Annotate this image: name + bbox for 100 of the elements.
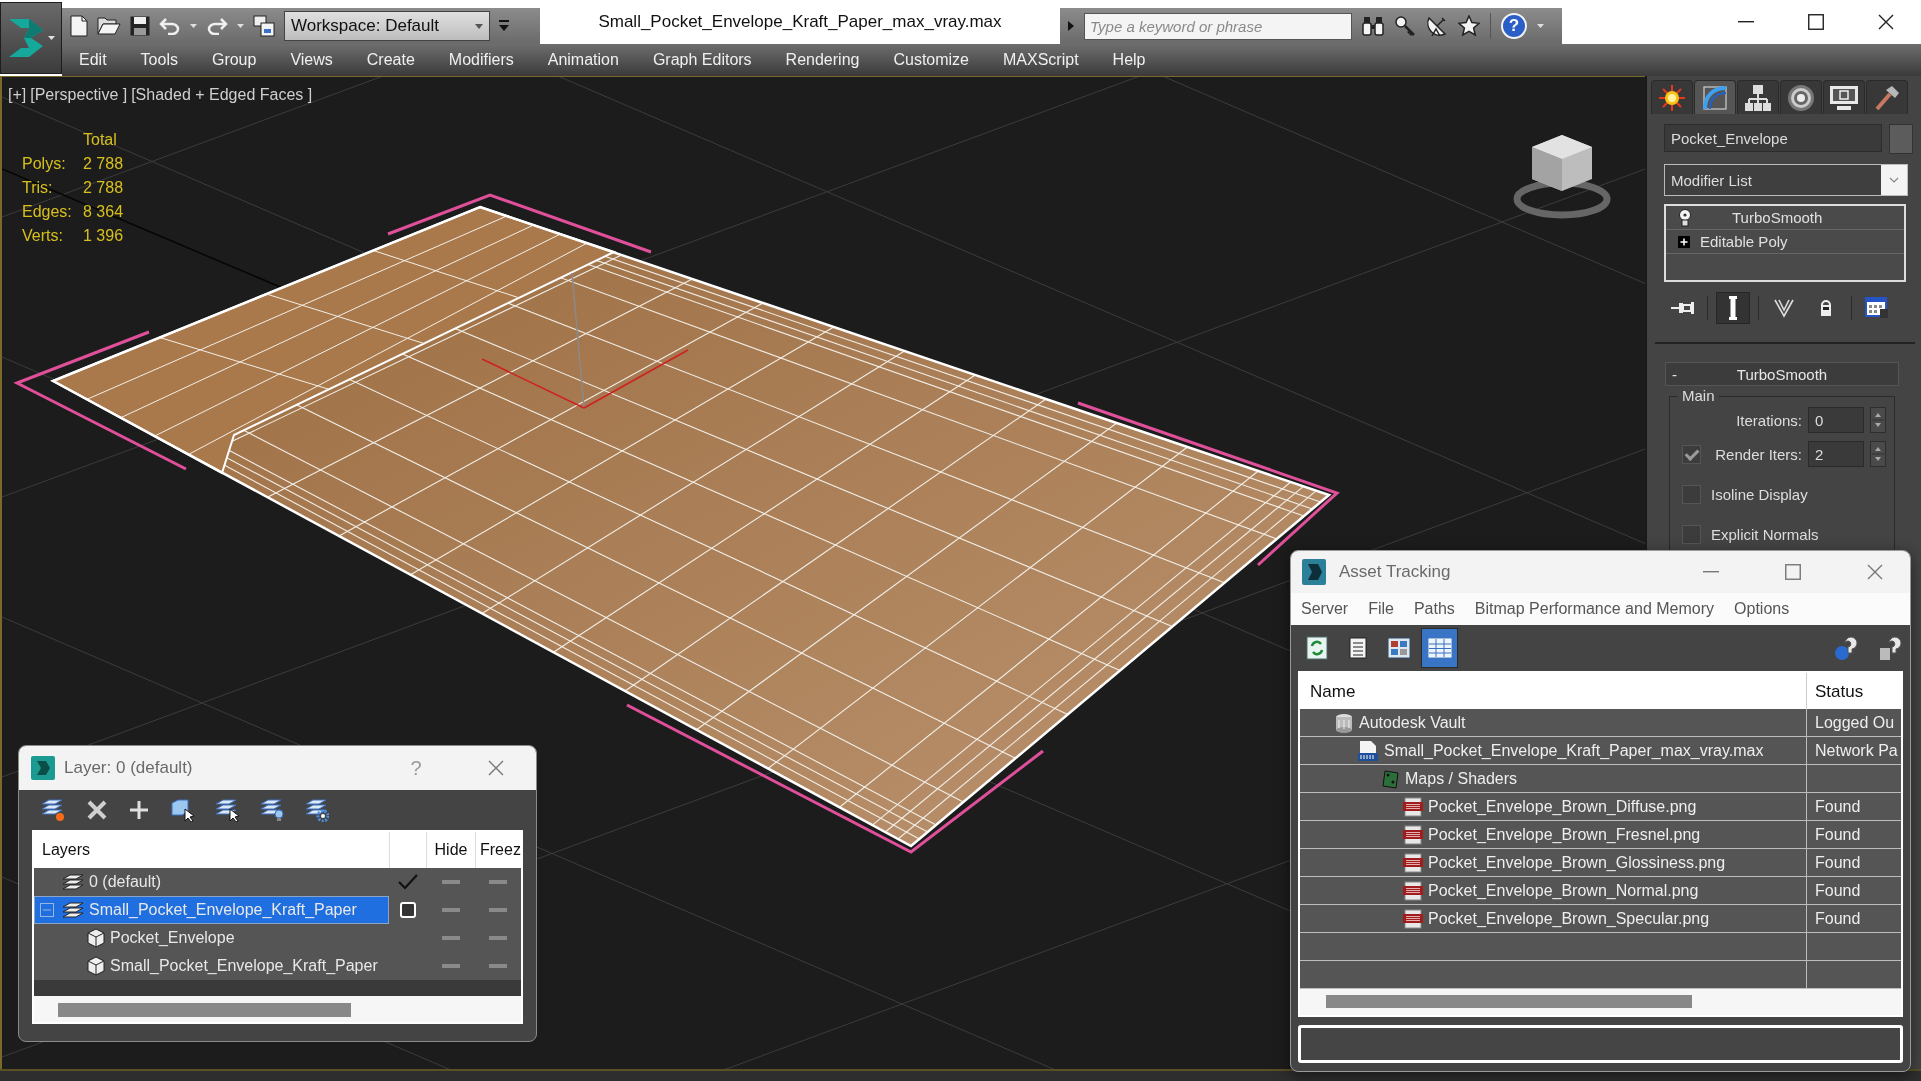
tree-item[interactable]: Maps / Shaders [1300, 765, 1806, 792]
maximize-icon[interactable] [1808, 14, 1824, 30]
menu-item[interactable]: Bitmap Performance and Memory [1464, 600, 1725, 618]
tree-item[interactable]: Pocket_Envelope_Brown_Normal.png [1300, 877, 1806, 904]
menu-item[interactable]: Group [194, 51, 274, 69]
workspace-dropdown[interactable]: Workspace: Default [284, 11, 490, 41]
freeze-toggle-icon[interactable] [489, 908, 507, 912]
stack-tool-button[interactable] [1716, 292, 1750, 324]
satellite-dish-icon[interactable] [1426, 15, 1448, 37]
modifier-stack-item[interactable]: TurboSmooth [1666, 206, 1904, 230]
freeze-toggle-icon[interactable] [489, 880, 507, 884]
redo-icon[interactable] [206, 17, 228, 35]
checkbox[interactable] [1682, 444, 1701, 464]
expand-icon[interactable] [1678, 235, 1690, 248]
hide-toggle-icon[interactable] [441, 964, 460, 968]
caret-icon[interactable] [1537, 24, 1544, 28]
menu-item[interactable]: Graph Editors [635, 51, 769, 69]
undo-icon[interactable] [159, 17, 181, 35]
dropdown-menu-icon[interactable] [499, 20, 509, 32]
tree-item[interactable]: Small_Pocket_Envelope_Kraft_Paper [34, 952, 389, 980]
object-name-field[interactable]: Pocket_Envelope [1664, 124, 1882, 152]
menu-item[interactable]: Options [1724, 600, 1800, 618]
path-field[interactable] [1298, 1025, 1903, 1063]
panel-tab[interactable] [1651, 80, 1693, 114]
new-file-icon[interactable] [70, 15, 88, 37]
overlapping-windows-icon[interactable] [253, 15, 275, 37]
plus-icon[interactable] [129, 800, 149, 820]
star-icon[interactable] [1458, 15, 1480, 37]
lightbulb-icon[interactable] [1678, 208, 1692, 227]
menu-item[interactable]: Edit [62, 51, 124, 69]
tree-item[interactable]: Small_Pocket_Envelope_Kraft_Paper [34, 896, 389, 924]
hide-toggle-icon[interactable] [441, 936, 460, 940]
tree-item[interactable]: Pocket_Envelope_Brown_Diffuse.png [1300, 793, 1806, 820]
minimize-icon[interactable] [1738, 21, 1754, 23]
square-icon[interactable] [399, 902, 416, 918]
key-icon[interactable] [1394, 15, 1416, 37]
column-header[interactable]: Name [1300, 673, 1806, 709]
x-mark-icon[interactable] [86, 799, 108, 821]
menu-item[interactable]: Server [1291, 600, 1359, 618]
checkbox[interactable] [1682, 524, 1701, 544]
horizontal-scrollbar[interactable] [1300, 989, 1901, 1015]
spinner-field[interactable]: 0 [1808, 407, 1864, 433]
panel-tab[interactable] [1694, 80, 1736, 114]
freeze-toggle-icon[interactable] [489, 964, 507, 968]
menu-item[interactable]: Customize [876, 51, 986, 69]
rollout-header[interactable]: - TurboSmooth [1665, 362, 1899, 386]
checkmark-icon[interactable] [396, 873, 419, 891]
collapse-toggle[interactable]: - [1672, 365, 1690, 383]
menu-item[interactable]: Create [349, 51, 432, 69]
menu-item[interactable]: Paths [1403, 600, 1465, 618]
menu-item[interactable]: MAXScript [986, 51, 1096, 69]
tree-item[interactable]: Pocket_Envelope_Brown_Specular.png [1300, 905, 1806, 932]
toolbar-button[interactable] [1421, 628, 1458, 668]
menu-item[interactable]: Help [1095, 51, 1163, 69]
menu-item[interactable]: Views [273, 51, 350, 69]
layer-cursor-icon[interactable] [215, 798, 239, 822]
scrollbar-thumb[interactable] [1326, 995, 1692, 1008]
menu-item[interactable]: Tools [123, 51, 195, 69]
caret-icon[interactable] [237, 24, 244, 28]
caret-icon[interactable] [190, 24, 197, 28]
spinner-field[interactable]: 2 [1808, 441, 1864, 467]
help-button[interactable]: ? [1501, 13, 1527, 39]
spinner-arrows-icon[interactable] [1870, 407, 1886, 433]
search-field[interactable]: Type a keyword or phrase [1084, 12, 1352, 40]
menu-item[interactable]: Rendering [768, 51, 877, 69]
tree-item[interactable]: Pocket_Envelope_Brown_Glossiness.png [1300, 849, 1806, 876]
cube-cursor-icon[interactable] [170, 798, 194, 822]
help-icon[interactable] [1834, 635, 1858, 661]
spinner-arrows-icon[interactable] [1870, 441, 1886, 467]
caret-icon[interactable] [1068, 21, 1074, 31]
color-swatch[interactable] [1889, 124, 1913, 154]
close-icon[interactable] [1878, 14, 1894, 30]
panel-tab[interactable] [1866, 80, 1908, 114]
tree-item[interactable]: Small_Pocket_Envelope_Kraft_Paper_max_vray.max [1300, 737, 1806, 764]
panel-tab[interactable] [1737, 80, 1779, 114]
modifier-list-dropdown[interactable]: Modifier List [1664, 164, 1908, 196]
hide-toggle-icon[interactable] [441, 880, 460, 884]
tree-item[interactable]: Autodesk Vault [1300, 709, 1806, 736]
layer-stack-dot-icon[interactable] [41, 798, 65, 822]
menu-item[interactable]: Animation [530, 51, 636, 69]
checkbox[interactable] [1682, 484, 1701, 504]
binoculars-icon[interactable] [1362, 16, 1384, 36]
horizontal-scrollbar[interactable] [34, 996, 521, 1022]
save-icon[interactable] [130, 16, 150, 36]
modifier-stack-item[interactable]: Editable Poly [1666, 230, 1904, 254]
panel-tab[interactable] [1823, 80, 1865, 114]
app-menu-button[interactable] [0, 2, 62, 74]
panel-tab[interactable] [1780, 80, 1822, 114]
viewport-label[interactable]: [Perspective ] [30, 86, 128, 104]
viewport-label[interactable]: [+] [8, 86, 27, 104]
layer-lightbulb-icon[interactable] [260, 798, 284, 822]
column-header[interactable]: Layers [34, 832, 389, 868]
help-icon[interactable] [1878, 635, 1902, 661]
folder-icon[interactable] [97, 16, 121, 36]
tree-item[interactable]: Pocket_Envelope [34, 924, 389, 952]
layer-gear-icon[interactable] [305, 798, 329, 822]
menu-item[interactable]: File [1358, 600, 1404, 618]
hide-toggle-icon[interactable] [441, 908, 460, 912]
scrollbar-thumb[interactable] [58, 1003, 351, 1017]
freeze-toggle-icon[interactable] [489, 936, 507, 940]
